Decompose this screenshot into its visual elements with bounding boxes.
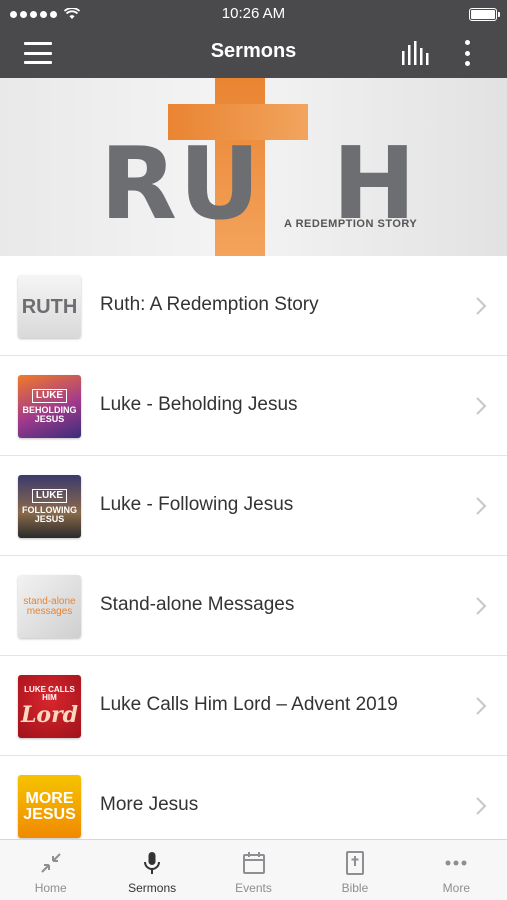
nav-bar: Sermons bbox=[0, 28, 507, 78]
more-dots-icon bbox=[445, 860, 467, 866]
tab-label: Events bbox=[235, 881, 272, 895]
list-item[interactable]: stand-alone messages Stand-alone Message… bbox=[0, 556, 507, 656]
series-thumbnail: LUKE BEHOLDING JESUS bbox=[18, 375, 81, 438]
battery-icon bbox=[469, 7, 500, 21]
tab-bar: Home Sermons Events Bible More bbox=[0, 839, 507, 900]
tab-label: More bbox=[442, 881, 470, 895]
series-thumbnail: stand-alone messages bbox=[18, 575, 81, 638]
series-title: Luke Calls Him Lord – Advent 2019 bbox=[100, 694, 398, 715]
sermon-series-list: RUTH Ruth: A Redemption Story LUKE BEHOL… bbox=[0, 256, 507, 856]
chevron-right-icon bbox=[476, 497, 487, 515]
series-title: Luke - Beholding Jesus bbox=[100, 394, 298, 415]
microphone-icon bbox=[144, 852, 161, 874]
chevron-right-icon bbox=[476, 597, 487, 615]
chevron-right-icon bbox=[476, 397, 487, 415]
series-title: More Jesus bbox=[100, 794, 199, 815]
tab-label: Sermons bbox=[128, 881, 177, 895]
series-title: Ruth: A Redemption Story bbox=[100, 294, 319, 315]
tab-more[interactable]: More bbox=[406, 840, 507, 900]
bible-icon bbox=[345, 851, 364, 875]
overflow-menu-icon[interactable] bbox=[460, 40, 474, 66]
status-time: 10:26 AM bbox=[221, 5, 286, 22]
chevron-right-icon bbox=[476, 797, 487, 815]
tab-home[interactable]: Home bbox=[0, 840, 101, 900]
audio-bars-icon[interactable] bbox=[400, 41, 430, 65]
chevron-right-icon bbox=[476, 697, 487, 715]
tab-label: Home bbox=[34, 881, 67, 895]
list-item[interactable]: LUKE CALLS HIM Lord Luke Calls Him Lord … bbox=[0, 656, 507, 756]
chevron-right-icon bbox=[476, 297, 487, 315]
status-bar: 10:26 AM bbox=[0, 0, 507, 28]
series-thumbnail: MORE JESUS bbox=[18, 775, 81, 838]
collapse-arrows-icon bbox=[40, 853, 61, 873]
page-title: Sermons bbox=[210, 40, 297, 62]
series-banner[interactable]: RU H A REDEMPTION STORY bbox=[0, 78, 507, 256]
series-thumbnail: LUKE CALLS HIM Lord bbox=[18, 675, 81, 738]
calendar-icon bbox=[242, 852, 265, 874]
tab-events[interactable]: Events bbox=[203, 840, 304, 900]
list-item[interactable]: RUTH Ruth: A Redemption Story bbox=[0, 256, 507, 356]
list-item[interactable]: LUKE FOLLOWING JESUS Luke - Following Je… bbox=[0, 456, 507, 556]
tab-label: Bible bbox=[341, 881, 369, 895]
series-title: Stand-alone Messages bbox=[100, 594, 295, 615]
series-title: Luke - Following Jesus bbox=[100, 494, 294, 515]
series-thumbnail: RUTH bbox=[18, 275, 81, 338]
tab-sermons[interactable]: Sermons bbox=[101, 840, 202, 900]
list-item[interactable]: LUKE BEHOLDING JESUS Luke - Beholding Je… bbox=[0, 356, 507, 456]
banner-subtitle: A REDEMPTION STORY bbox=[284, 218, 418, 230]
tab-bible[interactable]: Bible bbox=[304, 840, 405, 900]
series-thumbnail: LUKE FOLLOWING JESUS bbox=[18, 475, 81, 538]
